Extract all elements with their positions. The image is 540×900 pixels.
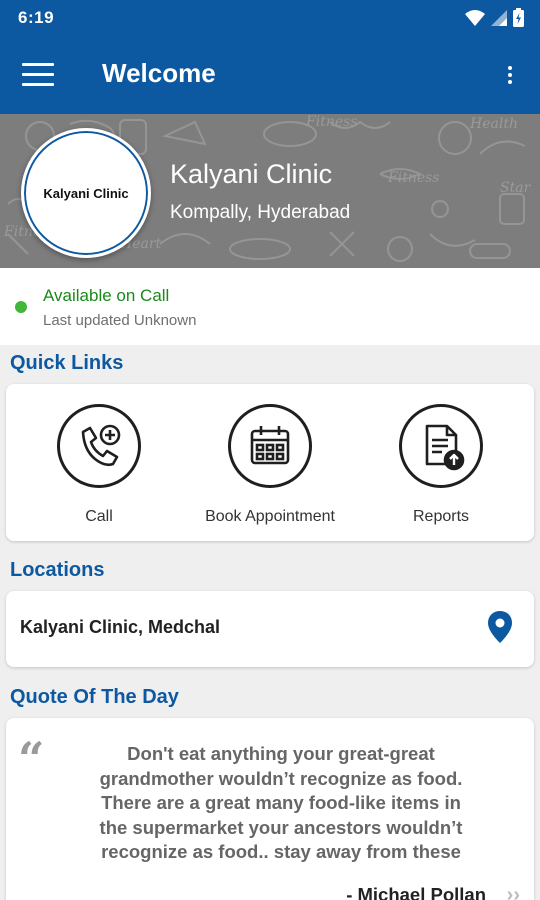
quote-line: Don't eat anything your great-great (127, 743, 435, 764)
location-card[interactable]: Kalyani Clinic, Medchal (6, 591, 534, 667)
book-appointment-button[interactable]: Book Appointment (185, 404, 355, 526)
quick-links-title: Quick Links (10, 352, 124, 374)
quote-author: - Michael Pollan (346, 884, 486, 900)
call-label: Call (85, 508, 113, 525)
status-dot-icon (15, 301, 27, 313)
clinic-logo-text: Kalyani Clinic (43, 185, 129, 201)
svg-text:Fitness: Fitness (387, 170, 440, 186)
quote-card: “ Don't eat anything your great-great gr… (6, 718, 534, 900)
quote-line: recognize as food.. stay away from these (101, 841, 461, 862)
quote-title: Quote Of The Day (10, 686, 179, 708)
location-pin-icon[interactable] (488, 611, 512, 643)
quick-links-card: Call Book Appointment Reports (6, 384, 534, 541)
book-appointment-label: Book Appointment (205, 508, 335, 525)
availability-panel: Available on Call Last updated Unknown (0, 268, 540, 345)
report-upload-icon (399, 404, 483, 488)
location-name: Kalyani Clinic, Medchal (20, 617, 221, 637)
clinic-header: Fitness Health Fitness Star Heart Fitne Kal… (0, 114, 540, 268)
app-bar: Welcome (0, 36, 540, 114)
svg-text:Star: Star (500, 180, 532, 196)
quote-mark-icon: “ (18, 732, 45, 786)
double-chevron-right-icon[interactable]: ›› (507, 884, 520, 900)
availability-updated: Last updated Unknown (43, 312, 197, 329)
status-time: 6:19 (18, 8, 55, 27)
clinic-logo: Kalyani Clinic (21, 128, 151, 258)
reports-label: Reports (412, 508, 470, 525)
phone-add-icon (57, 404, 141, 488)
battery-icon (513, 8, 524, 27)
svg-text:Fitness: Fitness (305, 114, 358, 130)
signal-icon (491, 9, 507, 26)
quote-line: grandmother wouldn’t recognize as food. (99, 767, 463, 789)
hamburger-menu-icon[interactable] (16, 54, 64, 94)
quote-line: the supermarket your ancestors wouldn’t (99, 816, 463, 838)
quote-line: There are a great many food-like items i… (101, 792, 461, 813)
clinic-name: Kalyani Clinic (170, 159, 333, 189)
status-bar: 6:19 (0, 0, 540, 36)
wifi-icon (465, 9, 485, 26)
clinic-location: Kompally, Hyderabad (170, 202, 351, 223)
calendar-icon (228, 404, 312, 488)
status-icons (465, 8, 524, 27)
svg-text:Health: Health (469, 116, 518, 132)
reports-button[interactable]: Reports (356, 404, 526, 526)
more-vert-icon[interactable] (500, 60, 520, 90)
locations-title: Locations (10, 559, 105, 581)
app-title: Welcome (102, 58, 216, 88)
availability-status: Available on Call (43, 286, 170, 305)
quote-text: Don't eat anything your great-great gran… (46, 742, 516, 865)
call-button[interactable]: Call (14, 404, 184, 526)
